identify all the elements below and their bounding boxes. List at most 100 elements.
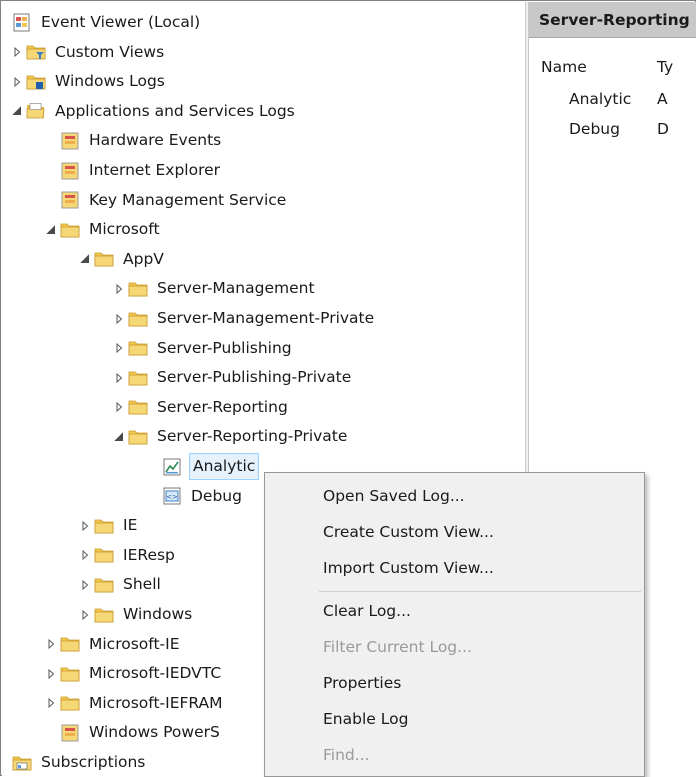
row-name-cell: Debug — [569, 120, 620, 138]
log-icon — [60, 723, 80, 743]
folder-icon — [94, 249, 114, 269]
tree-item-ieresp[interactable]: IEResp — [78, 541, 177, 570]
collapse-arrow-icon[interactable] — [78, 245, 92, 274]
tree-item-label: Microsoft-IEFRAM — [89, 693, 223, 712]
tree-item-internet-explorer[interactable]: Internet Explorer — [44, 156, 222, 185]
folder-icon — [94, 605, 114, 625]
tree-item-server-reporting[interactable]: Server-Reporting — [112, 393, 290, 422]
menu-item-create-custom-view[interactable]: Create Custom View... — [323, 517, 494, 547]
tree-item-server-publishing-private[interactable]: Server-Publishing-Private — [112, 363, 353, 392]
folder-icon — [94, 545, 114, 565]
expand-arrow-icon[interactable] — [112, 274, 126, 303]
tree-item-label: Windows Logs — [55, 72, 165, 91]
folder-icon — [128, 338, 148, 358]
menu-item-properties[interactable]: Properties — [323, 668, 401, 698]
menu-item-find: Find... — [323, 746, 370, 764]
tree-item-label: IEResp — [123, 545, 175, 564]
tree-item-microsoft-ie[interactable]: Microsoft-IE — [44, 630, 182, 659]
tree-item-server-management-private[interactable]: Server-Management-Private — [112, 304, 376, 333]
custom-views-folder-icon — [26, 42, 46, 62]
menu-item-open-saved-log[interactable]: Open Saved Log... — [323, 481, 465, 511]
tree-item-server-reporting-private[interactable]: Server-Reporting-Private — [112, 422, 349, 451]
tree-item-label: Debug — [191, 486, 242, 505]
tree-item-server-publishing[interactable]: Server-Publishing — [112, 334, 294, 363]
tree-item-label: Internet Explorer — [89, 161, 221, 179]
tree-item-label: Windows PowerS — [89, 723, 220, 742]
tree-item-label: Server-Publishing — [157, 338, 292, 357]
folder-icon — [128, 279, 148, 299]
expand-arrow-icon[interactable] — [112, 393, 126, 422]
tree-item-shell[interactable]: Shell — [78, 570, 163, 599]
expand-arrow-icon[interactable] — [112, 363, 126, 392]
tree-item-label: Microsoft — [89, 220, 160, 239]
tree-item-analytic[interactable]: Analytic — [146, 452, 260, 481]
collapse-arrow-icon[interactable] — [112, 422, 126, 451]
expand-arrow-icon[interactable] — [78, 541, 92, 570]
tree-item-windows-powershell[interactable]: Windows PowerS — [44, 718, 222, 747]
details-column-headers: Name Ty — [529, 52, 696, 82]
menu-item-clear-log[interactable]: Clear Log... — [323, 596, 411, 626]
tree-item-custom-views[interactable]: Custom Views — [10, 38, 166, 67]
collapse-arrow-icon[interactable] — [44, 215, 58, 244]
tree-item-windows-logs[interactable]: Windows Logs — [10, 67, 167, 96]
log-icon — [60, 190, 80, 210]
tree-item-microsoft[interactable]: Microsoft — [44, 215, 162, 244]
context-menu: Open Saved Log... Create Custom View... Im… — [264, 472, 645, 777]
row-type-cell: A — [657, 90, 668, 108]
collapse-arrow-icon[interactable] — [10, 97, 24, 126]
tree-item-apps-services-logs[interactable]: Applications and Services Logs — [10, 97, 297, 126]
table-row[interactable]: Analytic A — [529, 84, 696, 114]
column-header-name[interactable]: Name — [541, 52, 587, 82]
tree-item-label: Hardware Events — [89, 131, 222, 150]
tree-item-hardware-events[interactable]: Hardware Events — [44, 126, 223, 155]
folder-icon — [94, 516, 114, 536]
folder-icon — [128, 427, 148, 447]
column-header-type[interactable]: Ty — [657, 52, 673, 82]
expand-arrow-icon[interactable] — [10, 38, 24, 67]
svg-text:<>: <> — [166, 493, 178, 501]
folder-icon — [60, 693, 80, 713]
table-row[interactable]: Debug D — [529, 114, 696, 144]
expand-arrow-icon[interactable] — [78, 511, 92, 540]
expand-arrow-icon[interactable] — [112, 334, 126, 363]
tree-item-subscriptions[interactable]: Subscriptions — [10, 748, 147, 776]
tree-item-label: Key Management Service — [89, 190, 287, 209]
folder-icon — [128, 368, 148, 388]
tree-item-debug[interactable]: <> Debug — [146, 482, 244, 511]
menu-item-import-custom-view[interactable]: Import Custom View... — [323, 553, 494, 583]
tree-item-server-management[interactable]: Server-Management — [112, 274, 317, 303]
tree-item-label: Server-Reporting — [157, 397, 288, 416]
tree-item-microsoft-ieframe[interactable]: Microsoft-IEFRAM — [44, 689, 225, 718]
tree-item-root[interactable]: Event Viewer (Local) — [10, 8, 202, 37]
details-title: Server-Reporting — [529, 2, 696, 38]
tree-item-label: IE — [123, 516, 138, 535]
expand-arrow-icon[interactable] — [10, 67, 24, 96]
folder-icon — [60, 634, 80, 654]
expand-arrow-icon[interactable] — [44, 689, 58, 718]
tree-item-appv[interactable]: AppV — [78, 245, 166, 274]
expand-arrow-icon[interactable] — [112, 304, 126, 333]
expand-arrow-icon[interactable] — [78, 600, 92, 629]
tree-item-label: Event Viewer (Local) — [41, 13, 201, 31]
tree-item-label: Subscriptions — [41, 753, 146, 771]
tree-item-label: Applications and Services Logs — [55, 101, 295, 120]
expand-arrow-icon[interactable] — [44, 659, 58, 688]
tree-item-microsoft-iedvtc[interactable]: Microsoft-IEDVTC — [44, 659, 223, 688]
tree-item-ie[interactable]: IE — [78, 511, 139, 540]
menu-item-enable-log[interactable]: Enable Log — [323, 704, 408, 734]
tree-item-windows[interactable]: Windows — [78, 600, 194, 629]
tree-item-label: Server-Reporting-Private — [157, 427, 348, 446]
row-type-cell: D — [657, 120, 669, 138]
tree-item-label: Microsoft-IEDVTC — [89, 664, 222, 683]
tree-item-label: Custom Views — [55, 42, 165, 61]
event-viewer-window: Event Viewer (Local) Custom Views Windows … — [0, 0, 696, 777]
folder-icon — [128, 397, 148, 417]
expand-arrow-icon[interactable] — [44, 630, 58, 659]
tree-item-label: Microsoft-IE — [89, 634, 180, 653]
tree-item-key-management-service[interactable]: Key Management Service — [44, 186, 288, 215]
expand-arrow-icon[interactable] — [78, 570, 92, 599]
